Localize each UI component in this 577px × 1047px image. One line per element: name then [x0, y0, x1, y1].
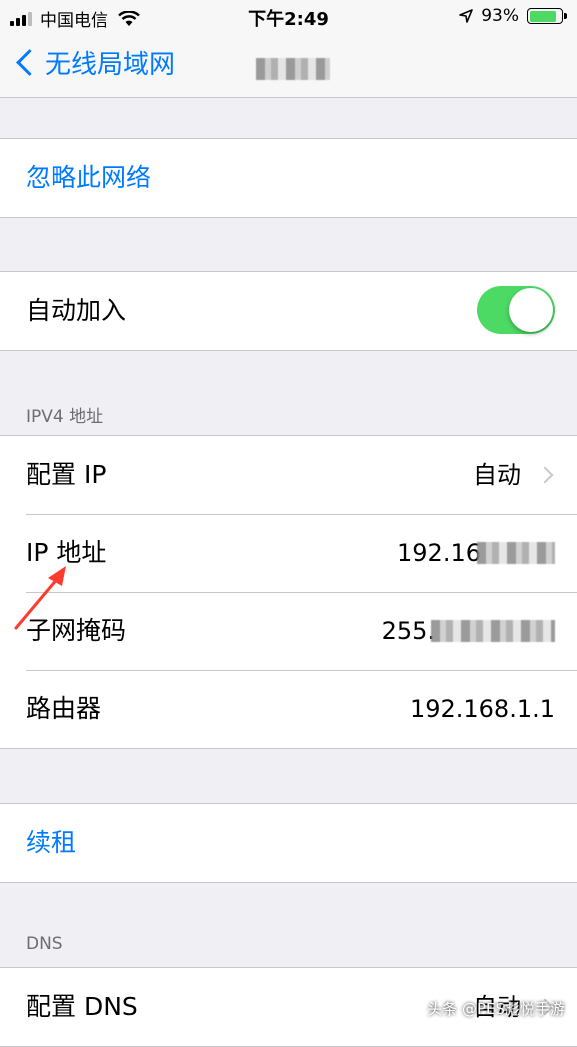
back-button-label: 无线局域网 [45, 50, 176, 80]
configure-ip-row[interactable]: 配置 IP 自动 [0, 436, 577, 514]
network-name-redacted [256, 58, 330, 80]
ip-address-row: IP 地址 192.16 [0, 514, 577, 592]
router-value: 192.168.1.1 [409, 695, 555, 723]
ip-address-label: IP 地址 [26, 538, 107, 567]
configure-ip-label: 配置 IP [26, 460, 107, 489]
dns-section-header: DNS [26, 934, 63, 954]
configure-ip-value: 自动 [473, 461, 521, 489]
auto-join-row: 自动加入 [0, 272, 577, 350]
subnet-mask-value: 255. [381, 617, 435, 645]
ipv4-group: 配置 IP 自动 IP 地址 192.16 子网掩码 255. 路由器 192.… [0, 435, 577, 749]
forget-network-group: 忽略此网络 [0, 138, 577, 218]
auto-join-label: 自动加入 [26, 296, 127, 325]
watermark: 头条 @PES彪悦手游 [427, 1000, 565, 1018]
subnet-mask-row: 子网掩码 255. [0, 592, 577, 670]
chevron-right-icon [536, 466, 554, 484]
configure-dns-label: 配置 DNS [26, 992, 138, 1021]
battery-icon [527, 8, 567, 24]
status-bar: 中国电信 下午2:49 93% [0, 0, 577, 34]
renew-lease-label: 续租 [26, 828, 77, 857]
back-button[interactable]: 无线局域网 [12, 44, 175, 81]
renew-lease-button[interactable]: 续租 [0, 804, 577, 882]
ip-address-redacted [477, 542, 555, 564]
ip-address-value: 192.16 [397, 539, 481, 567]
router-label: 路由器 [26, 694, 102, 723]
forget-network-label: 忽略此网络 [26, 163, 152, 192]
router-row: 路由器 192.168.1.1 [0, 670, 577, 748]
subnet-mask-label: 子网掩码 [26, 616, 127, 645]
battery-percent: 93% [481, 6, 519, 26]
status-bar-right: 93% [459, 6, 567, 26]
location-arrow-icon [459, 9, 474, 23]
toggle-knob [509, 288, 553, 332]
auto-join-toggle[interactable] [477, 286, 555, 334]
navigation-bar: 无线局域网 [0, 34, 577, 98]
subnet-mask-redacted [431, 620, 555, 642]
auto-join-group: 自动加入 [0, 271, 577, 351]
forget-network-button[interactable]: 忽略此网络 [0, 139, 577, 217]
chevron-left-icon [16, 49, 43, 76]
renew-lease-group: 续租 [0, 803, 577, 883]
ipv4-section-header: IPV4 地址 [26, 407, 104, 427]
